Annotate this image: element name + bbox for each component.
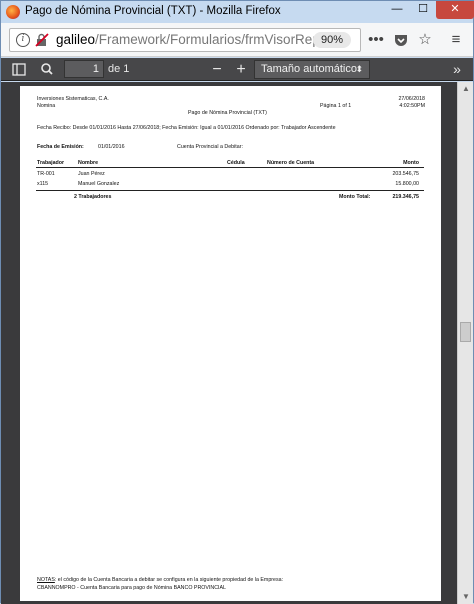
page-count: de 1 <box>108 63 130 75</box>
report-page: Página 1 of 1 <box>320 103 352 109</box>
tools-chevron-icon[interactable]: » <box>447 60 467 79</box>
menu-icon[interactable]: ≡ <box>446 30 466 50</box>
total-rule <box>36 190 424 191</box>
more-icon[interactable]: ••• <box>366 30 386 50</box>
notes-line-1: NOTAS: el código de la Cuenta Bancaria a… <box>37 577 283 583</box>
col-trabajador: Trabajador <box>37 160 65 166</box>
report-title: Pago de Nómina Provincial (TXT) <box>188 110 267 116</box>
zoom-in-icon[interactable]: + <box>231 60 251 79</box>
notes-text: : el código de la Cuenta Bancaria a debi… <box>54 577 284 583</box>
total-workers: 2 Trabajadores <box>74 194 112 200</box>
col-nombre: Nombre <box>78 160 99 166</box>
minimize-button[interactable]: — <box>384 1 410 19</box>
report-time: 4:02:50PM <box>399 103 425 109</box>
pocket-icon[interactable] <box>391 30 411 50</box>
browser-window: Pago de Nómina Provincial (TXT) - Mozill… <box>0 0 474 604</box>
notes-label: NOTAS <box>37 577 55 583</box>
close-button[interactable]: ✕ <box>436 1 474 19</box>
row-trabajador: x115 <box>37 181 49 187</box>
report-company: Inversiones Sistematicas, C.A. <box>37 96 109 102</box>
select-arrows-icon: ⬍ <box>355 64 363 74</box>
row-nombre: Juan Pérez <box>78 171 105 177</box>
cuenta-label: Cuenta Provincial a Debitar: <box>177 144 243 150</box>
emision-value: 01/01/2016 <box>98 144 125 150</box>
bookmark-star-icon[interactable]: ☆ <box>415 30 435 50</box>
scroll-thumb[interactable] <box>460 322 471 342</box>
zoom-indicator[interactable]: 90% <box>313 32 351 48</box>
url-bar[interactable]: i galileo/Framework/Formularios/frmVisor… <box>9 28 361 52</box>
pdf-toolbar: 1 de 1 − + Tamaño automático ⬍ » <box>1 58 473 81</box>
zoom-out-icon[interactable]: − <box>207 60 227 79</box>
total-label: Monto Total: <box>339 194 371 200</box>
title-bar: Pago de Nómina Provincial (TXT) - Mozill… <box>1 1 474 23</box>
header-rule <box>36 167 424 168</box>
col-cedula: Cédula <box>227 160 245 166</box>
row-monto: 203.546,75 <box>392 171 419 177</box>
col-monto: Monto <box>403 160 419 166</box>
report-date: 27/06/2018 <box>398 96 425 102</box>
notes-line-2: CBANNOMPRO - Cuenta Bancaria para pago d… <box>37 585 226 591</box>
emision-label: Fecha de Emisión: <box>37 144 84 150</box>
pdf-page: Inversiones Sistematicas, C.A. Nomina 27… <box>20 86 441 601</box>
maximize-button[interactable]: ☐ <box>410 1 436 19</box>
url-text[interactable]: galileo/Framework/Formularios/frmVisorRe… <box>56 32 336 47</box>
row-monto: 15.800,00 <box>395 181 419 187</box>
navigation-bar: i galileo/Framework/Formularios/frmVisor… <box>1 23 473 57</box>
row-trabajador: TR-001 <box>37 171 55 177</box>
page-number-input[interactable]: 1 <box>64 60 104 78</box>
url-path: /Framework/Formularios/frmVisorReport <box>95 32 336 47</box>
vertical-scrollbar[interactable]: ▲ ▼ <box>457 82 473 604</box>
scroll-up-icon[interactable]: ▲ <box>458 82 474 96</box>
firefox-icon <box>6 5 20 19</box>
window-title: Pago de Nómina Provincial (TXT) - Mozill… <box>25 5 281 17</box>
report-filter: Fecha Recibo: Desde 01/01/2016 Hasta 27/… <box>37 125 336 131</box>
sidebar-toggle-icon[interactable] <box>9 60 29 79</box>
scroll-down-icon[interactable]: ▼ <box>458 590 474 604</box>
zoom-select-value: Tamaño automático <box>261 63 357 75</box>
search-icon[interactable] <box>37 60 57 79</box>
zoom-select[interactable]: Tamaño automático ⬍ <box>254 60 370 79</box>
report-module: Nomina <box>37 103 56 109</box>
col-numero-cuenta: Número de Cuenta <box>267 160 315 166</box>
info-icon[interactable]: i <box>16 33 30 47</box>
blocked-lock-icon[interactable] <box>35 33 49 47</box>
total-value: 219.346,75 <box>392 194 419 200</box>
row-nombre: Manuel Gonzalez <box>78 181 120 187</box>
url-host: galileo <box>56 32 96 47</box>
